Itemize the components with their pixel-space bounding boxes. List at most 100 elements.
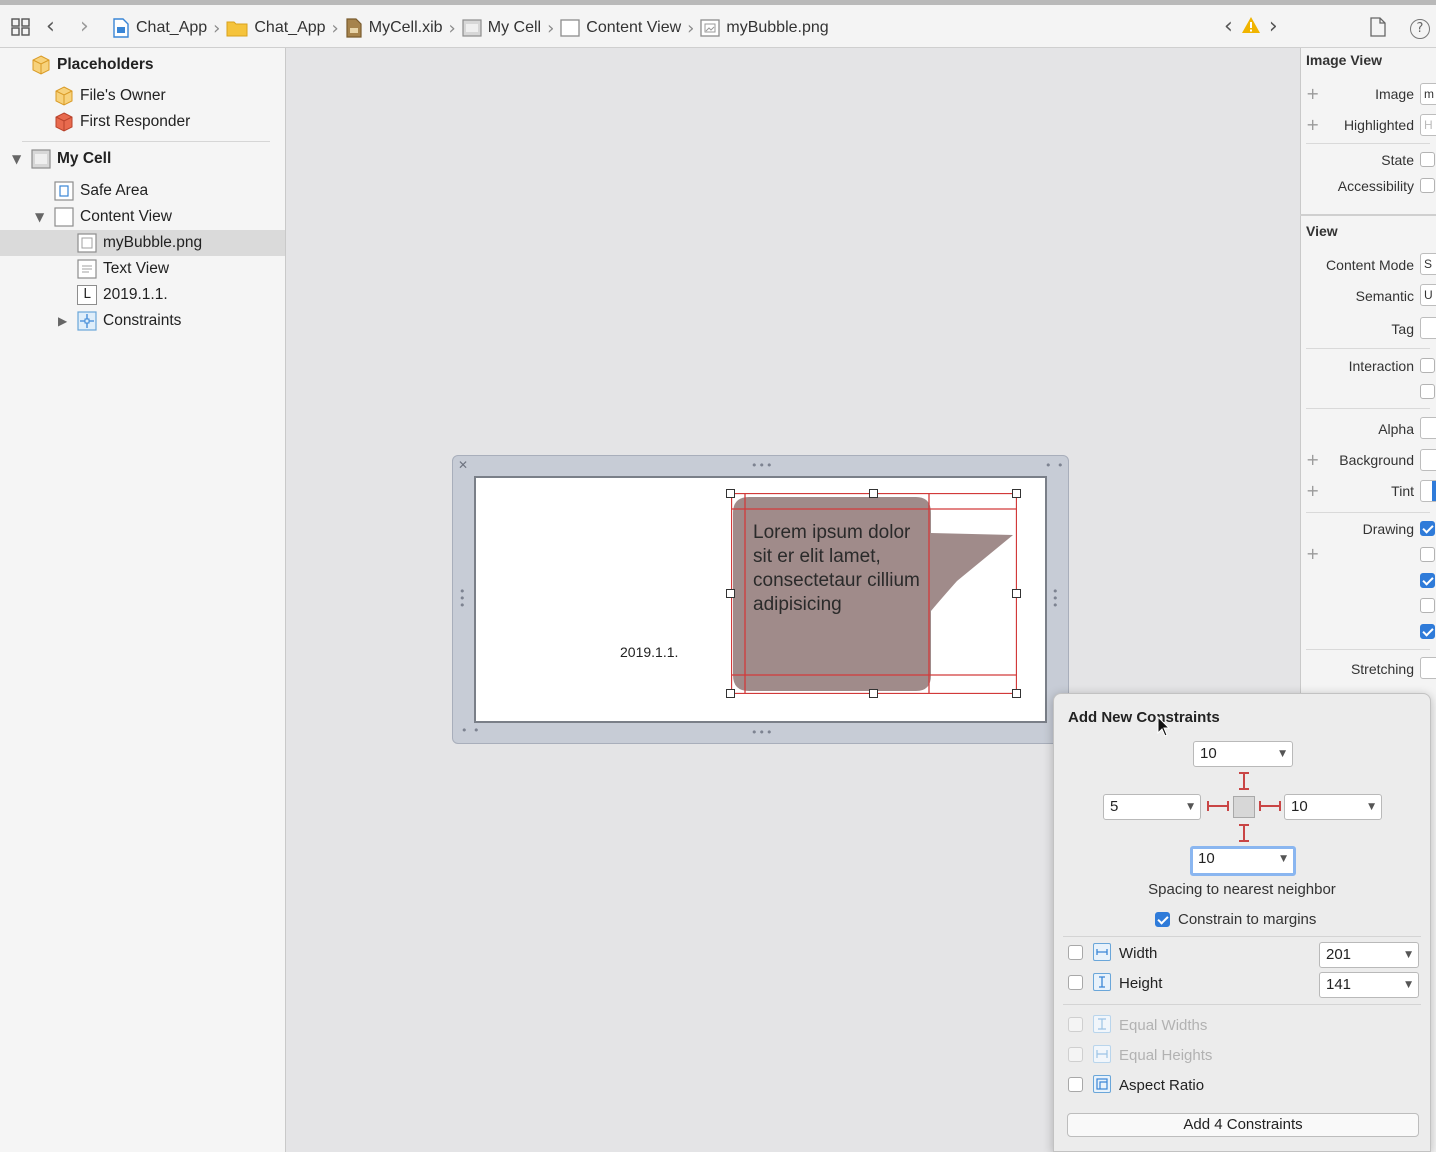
outline-item-constraints[interactable]: ▶ Constraints	[0, 308, 285, 334]
dropdown-arrow-icon[interactable]: ▼	[1405, 943, 1412, 967]
background-label: Background	[1339, 452, 1414, 468]
breadcrumb-project[interactable]: Chat_App	[112, 18, 207, 38]
breadcrumb-label: My Cell	[487, 19, 542, 36]
outline-label: File's Owner	[80, 87, 166, 104]
semantic-popup[interactable]: U	[1420, 284, 1436, 306]
next-issue-chevron-icon[interactable]: ›	[1269, 15, 1278, 39]
selection-handle[interactable]	[726, 589, 735, 598]
equal-widths-checkbox[interactable]	[1068, 1017, 1083, 1032]
outline-item-text-view[interactable]: Text View	[0, 256, 285, 282]
height-checkbox[interactable]	[1068, 975, 1083, 990]
plus-icon[interactable]: +	[1306, 115, 1319, 134]
stretching-field[interactable]	[1420, 657, 1436, 679]
opaque-checkbox[interactable]	[1420, 521, 1435, 536]
selection-handle[interactable]	[869, 489, 878, 498]
plus-icon[interactable]: +	[1306, 84, 1319, 103]
breadcrumb-image-view[interactable]: myBubble.png	[700, 18, 829, 38]
height-value-combo[interactable]: 141 ▼	[1319, 972, 1419, 998]
dropdown-arrow-icon[interactable]: ▼	[1279, 742, 1286, 766]
outline-item-files-owner[interactable]: File's Owner	[0, 83, 285, 109]
selection-handle[interactable]	[1012, 689, 1021, 698]
outline-item-date-label[interactable]: L 2019.1.1.	[0, 282, 285, 308]
outline-item-my-cell[interactable]: ▼ My Cell	[0, 146, 285, 172]
user-interaction-checkbox[interactable]	[1420, 358, 1435, 373]
back-chevron-icon[interactable]: ‹	[46, 15, 55, 39]
dropdown-arrow-icon[interactable]: ▼	[1368, 795, 1375, 819]
accessibility-checkbox[interactable]	[1420, 178, 1435, 193]
trailing-strut-icon[interactable]	[1279, 801, 1281, 811]
hidden-checkbox[interactable]	[1420, 547, 1435, 562]
tint-color-well[interactable]	[1420, 480, 1436, 502]
clears-graphics-checkbox[interactable]	[1420, 573, 1435, 588]
leading-strut-icon[interactable]	[1227, 801, 1229, 811]
resize-handle-corner-icon[interactable]: • •	[461, 725, 480, 736]
leading-strut-icon[interactable]	[1207, 805, 1229, 807]
top-strut-icon[interactable]	[1239, 788, 1249, 790]
cell-icon	[462, 18, 482, 38]
highlighted-field[interactable]: H	[1420, 114, 1436, 136]
width-checkbox[interactable]	[1068, 945, 1083, 960]
warning-icon[interactable]	[1241, 16, 1261, 38]
background-color-well[interactable]	[1420, 449, 1436, 471]
autoresize-subviews-checkbox[interactable]	[1420, 624, 1435, 639]
outline-item-safe-area[interactable]: Safe Area	[0, 178, 285, 204]
clip-to-bounds-checkbox[interactable]	[1420, 598, 1435, 613]
content-mode-popup[interactable]: S	[1420, 253, 1436, 275]
image-field[interactable]: m	[1420, 83, 1436, 105]
disclosure-expanded-icon[interactable]: ▼	[35, 210, 44, 224]
trailing-strut-icon[interactable]	[1259, 805, 1281, 807]
resize-handle-bottom-icon[interactable]: •••	[751, 727, 773, 738]
selection-handle[interactable]	[1012, 489, 1021, 498]
plus-icon[interactable]: +	[1306, 544, 1319, 563]
file-inspector-icon[interactable]	[1370, 17, 1386, 41]
aspect-ratio-checkbox[interactable]	[1068, 1077, 1083, 1092]
constrain-to-margins-checkbox[interactable]	[1155, 912, 1170, 927]
help-icon[interactable]: ?	[1410, 19, 1430, 39]
breadcrumb-my-cell[interactable]: My Cell	[462, 18, 541, 38]
equal-heights-label: Equal Heights	[1119, 1047, 1213, 1064]
selection-handle[interactable]	[1012, 589, 1021, 598]
resize-handle-right-icon[interactable]: • • •	[1052, 586, 1060, 611]
close-icon[interactable]: ✕	[458, 459, 470, 471]
disclosure-collapsed-icon[interactable]: ▶	[58, 314, 67, 328]
breadcrumb-content-view[interactable]: Content View	[560, 18, 681, 38]
date-label[interactable]: 2019.1.1.	[620, 644, 678, 660]
selection-handle[interactable]	[869, 689, 878, 698]
breadcrumb-separator-icon: ›	[547, 17, 555, 39]
bubble-text-view[interactable]: Lorem ipsum dolor sit er elit lamet, con…	[753, 521, 928, 617]
resize-handle-top-icon[interactable]: •••	[751, 460, 773, 471]
state-checkbox[interactable]	[1420, 152, 1435, 167]
related-items-grid-icon[interactable]	[10, 16, 32, 38]
trailing-spacing-combo[interactable]: 10 ▼	[1284, 794, 1382, 820]
plus-icon[interactable]: +	[1306, 450, 1319, 469]
outline-item-first-responder[interactable]: First Responder	[0, 109, 285, 135]
plus-icon[interactable]: +	[1306, 481, 1319, 500]
breadcrumb-group[interactable]: Chat_App	[226, 18, 326, 38]
bottom-spacing-combo[interactable]: 10 ▼	[1190, 846, 1296, 876]
breadcrumb-xib[interactable]: MyCell.xib	[345, 18, 443, 38]
outline-item-content-view[interactable]: ▼ Content View	[0, 204, 285, 230]
equal-heights-checkbox[interactable]	[1068, 1047, 1083, 1062]
dropdown-arrow-icon[interactable]: ▼	[1405, 973, 1412, 997]
tag-field[interactable]	[1420, 317, 1436, 339]
leading-spacing-combo[interactable]: 5 ▼	[1103, 794, 1201, 820]
selection-handle[interactable]	[726, 489, 735, 498]
dropdown-arrow-icon[interactable]: ▼	[1280, 849, 1287, 869]
outline-item-my-bubble[interactable]: myBubble.png	[0, 230, 285, 256]
resize-handle-left-icon[interactable]: • • •	[459, 586, 467, 611]
forward-chevron-icon[interactable]: ›	[80, 15, 89, 39]
width-value-combo[interactable]: 201 ▼	[1319, 942, 1419, 968]
alpha-field[interactable]	[1420, 417, 1436, 439]
state-label: State	[1381, 152, 1414, 168]
outline-item-placeholders[interactable]: Placeholders	[0, 52, 285, 78]
previous-issue-chevron-icon[interactable]: ‹	[1224, 15, 1233, 39]
dropdown-arrow-icon[interactable]: ▼	[1187, 795, 1194, 819]
selection-handle[interactable]	[726, 689, 735, 698]
disclosure-expanded-icon[interactable]: ▼	[12, 152, 21, 166]
resize-handle-corner-icon[interactable]: • •	[1045, 460, 1064, 471]
bottom-strut-icon[interactable]	[1239, 840, 1249, 842]
add-constraints-button[interactable]: Add 4 Constraints	[1067, 1113, 1419, 1137]
first-responder-cube-icon	[54, 112, 74, 132]
top-spacing-combo[interactable]: 10 ▼	[1193, 741, 1293, 767]
multiple-touch-checkbox[interactable]	[1420, 384, 1435, 399]
